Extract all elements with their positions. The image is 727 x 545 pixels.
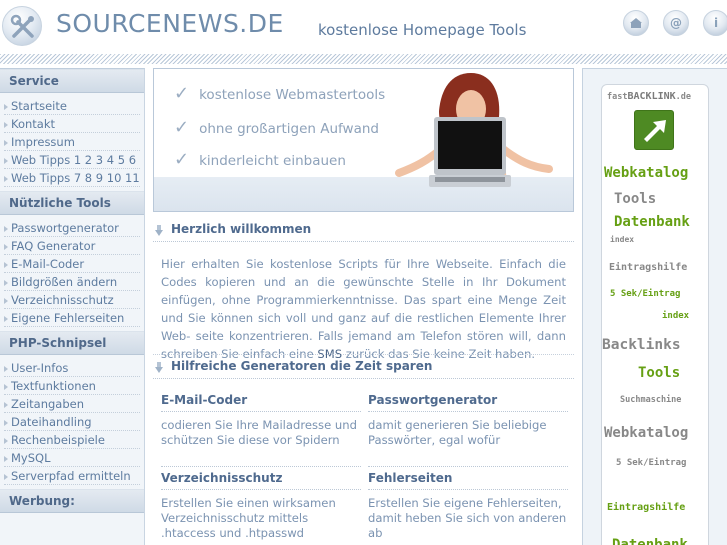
sidebar-item-textfunktionen[interactable]: Textfunktionen (4, 377, 140, 395)
ad-word: index (662, 311, 690, 321)
sidebar-item-verzeichnisschutz[interactable]: Verzeichnisschutz (4, 291, 140, 309)
ad-word: Backlinks (602, 337, 681, 353)
ad-word: Datenbank (612, 537, 688, 545)
hero-banner: ✓ kostenlose Webmastertools ✓ ohne großart… (153, 68, 574, 212)
sidebar-item-bildgroessen[interactable]: Bildgrößen ändern (4, 273, 140, 291)
sidebar-item-passwortgenerator[interactable]: Passwortgenerator (4, 219, 140, 237)
banner-line: ✓ kinderleicht einbauen (174, 149, 346, 170)
tool-desc: damit generieren Sie beliebige Passwörte… (368, 418, 547, 447)
ad-word: index (610, 235, 635, 244)
tool-title[interactable]: Passwortgenerator (368, 391, 568, 412)
site-slogan: kostenlose Homepage Tools (318, 21, 527, 39)
tools-logo-icon[interactable] (2, 6, 42, 46)
at-icon: @ (670, 16, 682, 30)
woman-with-laptop-image (395, 73, 553, 187)
home-icon (630, 18, 642, 28)
sidebar-list-service: Startseite Kontakt Impressum Web Tipps 1… (0, 93, 144, 191)
banner-line: ✓ kostenlose Webmastertools (174, 83, 386, 104)
sidebar-heading-service: Service (0, 69, 144, 93)
ad-word: Tools (638, 365, 681, 381)
arrow-logo-icon (634, 110, 674, 150)
arrow-down-icon (155, 225, 163, 236)
tool-card-fehlerseiten: Fehlerseiten Erstellen Sie eigene Fehler… (368, 466, 568, 541)
sidebar-list-tools: Passwortgenerator FAQ Generator E-Mail-C… (0, 215, 144, 331)
sidebar-item-kontakt[interactable]: Kontakt (4, 115, 140, 133)
tool-card-email-coder: E-Mail-Coder codieren Sie Ihre Mailadres… (161, 391, 361, 448)
ad-word: Eintragshilfe (609, 262, 688, 273)
ad-word: 5 Sek/Eintrag (610, 289, 681, 299)
tool-card-verzeichnisschutz: Verzeichnisschutz Erstellen Sie einen wi… (161, 466, 361, 541)
sidebar-item-rechenbeispiele[interactable]: Rechenbeispiele (4, 431, 140, 449)
sidebar-item-impressum[interactable]: Impressum (4, 133, 140, 151)
sidebar-item-web-tipps-7-11[interactable]: Web Tipps 7 8 9 10 11 (4, 169, 140, 187)
sidebar-heading-php: PHP-Schnipsel (0, 331, 144, 355)
check-icon: ✓ (174, 83, 190, 104)
site-title[interactable]: SOURCENEWS.DE (56, 9, 284, 38)
sidebar-item-serverpfad[interactable]: Serverpfad ermitteln (4, 467, 140, 485)
sidebar-heading-werbung: Werbung: (0, 489, 144, 513)
welcome-heading: Herzlich willkommen (153, 222, 574, 242)
ad-word: Suchmaschine (620, 395, 682, 405)
welcome-text: Hier erhalten Sie kostenlose Scripts für… (161, 257, 566, 361)
ad-word: Eintragshilfe (607, 502, 686, 513)
sidebar-item-web-tipps-1-6[interactable]: Web Tipps 1 2 3 4 5 6 (4, 151, 140, 169)
arrow-down-icon (155, 362, 163, 373)
ad-word: 5 Sek/Eintrag (616, 458, 687, 468)
tool-desc: codieren Sie Ihre Mailadresse und schütz… (161, 418, 357, 447)
sidebar-item-fehlerseiten[interactable]: Eigene Fehlerseiten (4, 309, 140, 327)
backlink-ad[interactable]: fastBACKLINK.de Webkatalog Tools Datenba… (601, 84, 709, 545)
ad-word: Tools (614, 191, 657, 207)
sidebar-heading-tools: Nützliche Tools (0, 191, 144, 215)
tool-card-passwortgenerator: Passwortgenerator damit generieren Sie b… (368, 391, 568, 448)
sidebar-list-php: User-Infos Textfunktionen Zeitangaben Da… (0, 355, 144, 489)
sidebar-item-email-coder[interactable]: E-Mail-Coder (4, 255, 140, 273)
ad-brand: fastBACKLINK.de (607, 91, 692, 102)
tool-desc: Erstellen Sie einen wirksamen Verzeichni… (161, 496, 336, 540)
ad-word: Datenbank (614, 214, 690, 230)
sidebar-item-dateihandling[interactable]: Dateihandling (4, 413, 140, 431)
generators-heading: Hilfreiche Generatoren die Zeit sparen (153, 359, 574, 379)
tool-title[interactable]: Verzeichnisschutz (161, 469, 361, 490)
section-divider (153, 354, 574, 355)
header-divider (0, 54, 727, 64)
contact-button[interactable]: @ (663, 10, 689, 36)
sidebar-item-mysql[interactable]: MySQL (4, 449, 140, 467)
info-icon: i (713, 16, 719, 30)
sidebar-item-startseite[interactable]: Startseite (4, 97, 140, 115)
sidebar-item-faq-generator[interactable]: FAQ Generator (4, 237, 140, 255)
check-icon: ✓ (174, 149, 190, 170)
sidebar-item-user-infos[interactable]: User-Infos (4, 359, 140, 377)
tool-desc: Erstellen Sie eigene Fehlerseiten, damit… (368, 496, 567, 540)
sidebar: Service Startseite Kontakt Impressum Web… (0, 68, 145, 545)
home-button[interactable] (623, 10, 649, 36)
ad-word: Webkatalog (604, 425, 689, 441)
sidebar-item-zeitangaben[interactable]: Zeitangaben (4, 395, 140, 413)
header: SOURCENEWS.DE kostenlose Homepage Tools … (0, 0, 727, 52)
info-button[interactable]: i (703, 10, 727, 36)
ad-word: Webkatalog (604, 165, 689, 181)
banner-line: ✓ ohne großartigen Aufwand (174, 117, 379, 138)
check-icon: ✓ (174, 117, 190, 138)
tool-title[interactable]: Fehlerseiten (368, 469, 568, 490)
tool-title[interactable]: E-Mail-Coder (161, 391, 361, 412)
